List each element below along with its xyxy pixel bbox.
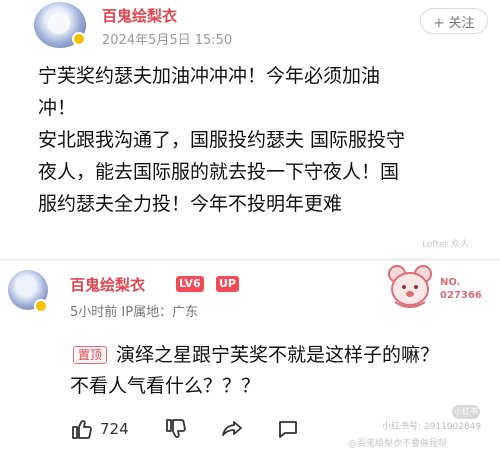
comment-author-name[interactable]: 百鬼绘梨衣	[70, 274, 145, 295]
like-count: 724	[100, 420, 129, 438]
post-author-name[interactable]: 百鬼绘梨衣	[102, 5, 177, 26]
comment-text-line: 不看人气看什么？？？	[70, 375, 261, 397]
post-body-line: 安北跟我沟通了，国服投约瑟夫 国际服投守	[38, 129, 406, 151]
like-button[interactable]: 724	[70, 414, 129, 444]
reply-button[interactable]	[276, 414, 300, 444]
comment-actions: 724	[70, 414, 330, 444]
vip-badge-icon	[34, 299, 48, 313]
post-watermark: Lofter 众人	[422, 240, 469, 250]
bear-sticker-icon	[388, 265, 432, 308]
weibo-watermark: @百鬼绘梨衣不要催我呀	[348, 439, 448, 449]
xiaohongshu-logo: 小红书	[452, 405, 480, 419]
post-body: 宁芙奖约瑟夫加油冲冲冲！今年必须加油 冲！ 安北跟我沟通了，国服投约瑟夫 国际服…	[38, 60, 478, 220]
post-body-line: 宁芙奖约瑟夫加油冲冲冲！今年必须加油	[38, 65, 381, 87]
post-body-line: 服约瑟夫全力投！今年不投明年更难	[38, 193, 343, 215]
level-badge: LV6	[176, 276, 204, 292]
up-badge: UP	[216, 276, 239, 292]
post-timestamp: 2024年5月5日 15:50	[102, 33, 233, 48]
comment-bubble-icon	[279, 421, 297, 438]
comment-text-line: 演绎之星跟宁芙奖不就是这样子的嘛？	[116, 344, 440, 366]
sticker-id: 027366	[440, 290, 482, 301]
thumbs-down-icon	[166, 419, 186, 438]
sticker-number: NO. 027366	[440, 276, 482, 302]
vip-badge-icon	[72, 32, 86, 46]
sticker-no-label: NO.	[440, 277, 461, 288]
pinned-badge: 置顶	[73, 346, 108, 364]
post-body-line: 夜人，能去国际服的就去投一下守夜人！国	[38, 161, 400, 183]
comment-meta: 5小时前 IP属地：广东	[70, 305, 199, 320]
share-icon	[222, 421, 242, 436]
post-body-line: 冲！	[38, 97, 77, 119]
follow-button[interactable]: + 关注	[420, 8, 488, 34]
share-button[interactable]	[220, 414, 244, 444]
post-card: 百鬼绘梨衣 2024年5月5日 15:50 + 关注 宁芙奖约瑟夫加油冲冲冲！今…	[8, 0, 492, 258]
dislike-button[interactable]	[164, 414, 188, 444]
xiaohongshu-id-watermark: 小红书号: 2911902849	[382, 422, 482, 432]
section-divider	[0, 258, 500, 261]
thumbs-up-icon	[72, 420, 92, 439]
